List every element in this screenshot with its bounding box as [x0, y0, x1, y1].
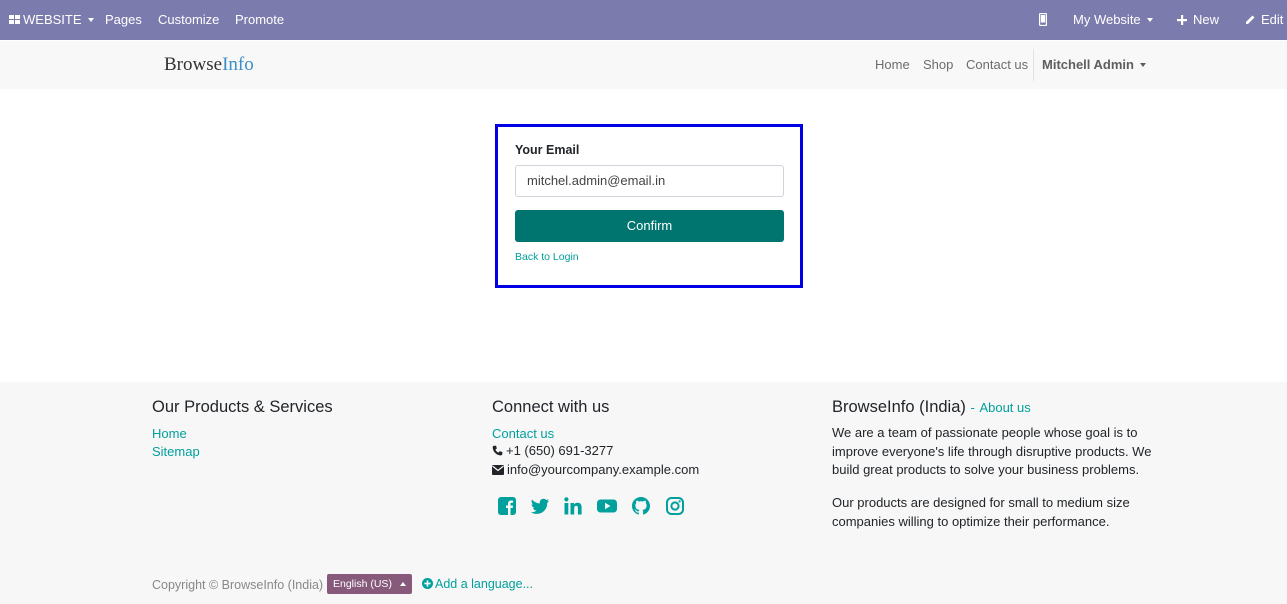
- footer-link-contact-us[interactable]: Contact us: [492, 425, 554, 442]
- email-label: Your Email: [515, 143, 580, 157]
- email-address: info@yourcompany.example.com: [507, 462, 700, 477]
- language-selector[interactable]: English (US): [327, 574, 412, 594]
- new-button[interactable]: New: [1177, 0, 1219, 40]
- chevron-down-icon: [1139, 62, 1146, 67]
- my-website-menu[interactable]: My Website: [1073, 0, 1153, 40]
- company-description-2: Our products are designed for small to m…: [832, 495, 1130, 529]
- customize-menu[interactable]: Customize: [158, 0, 219, 40]
- linkedin-icon[interactable]: [563, 496, 583, 516]
- promote-menu[interactable]: Promote: [235, 0, 284, 40]
- apps-grid-icon: [9, 14, 20, 25]
- facebook-icon[interactable]: [497, 496, 517, 516]
- add-language-label: Add a language...: [435, 577, 533, 591]
- footer-link-home[interactable]: Home: [152, 425, 187, 442]
- copyright-text: Copyright © BrowseInfo (India): [152, 578, 324, 592]
- site-logo[interactable]: BrowseInfo: [164, 53, 254, 77]
- instagram-icon[interactable]: [665, 496, 685, 516]
- phone-icon: [492, 445, 503, 456]
- language-label: English (US): [333, 578, 392, 590]
- edit-button[interactable]: Edit: [1245, 0, 1283, 40]
- add-language-link[interactable]: Add a language...: [422, 576, 533, 592]
- youtube-icon[interactable]: [597, 496, 617, 516]
- confirm-button[interactable]: Confirm: [515, 210, 784, 242]
- products-services-title: Our Products & Services: [152, 398, 333, 416]
- envelope-icon: [492, 464, 504, 475]
- github-icon[interactable]: [631, 496, 651, 516]
- footer-email: info@yourcompany.example.com: [492, 461, 699, 479]
- chevron-up-icon: [400, 582, 406, 586]
- user-menu[interactable]: Mitchell Admin: [1042, 57, 1146, 73]
- plus-icon: [1177, 14, 1187, 25]
- connect-title: Connect with us: [492, 398, 610, 416]
- footer-phone: +1 (650) 691-3277: [492, 442, 613, 460]
- reset-password-form: Your Email mitchel.admin@email.in Confir…: [495, 124, 803, 288]
- nav-contact-us[interactable]: Contact us: [966, 57, 1028, 73]
- about-us-link[interactable]: About us: [979, 400, 1030, 415]
- nav-divider: [1033, 49, 1034, 81]
- chevron-down-icon: [87, 17, 94, 22]
- nav-shop[interactable]: Shop: [923, 57, 953, 73]
- company-description: We are a team of passionate people whose…: [832, 425, 1152, 477]
- pages-menu[interactable]: Pages: [105, 0, 142, 40]
- email-field[interactable]: mitchel.admin@email.in: [515, 165, 784, 197]
- website-menu[interactable]: WEBSITE: [9, 0, 94, 40]
- phone-number: +1 (650) 691-3277: [506, 443, 614, 458]
- logo-text-browse: Browse: [164, 54, 223, 75]
- company-name: BrowseInfo (India): [832, 398, 966, 416]
- mobile-phone-icon: [1038, 12, 1048, 27]
- plus-circle-icon: [422, 578, 433, 590]
- website-menu-label: WEBSITE: [23, 12, 82, 27]
- company-title: BrowseInfo (India) - About us: [832, 397, 1031, 418]
- site-header: BrowseInfo Home Shop Contact us Mitchell…: [0, 41, 1287, 89]
- admin-top-bar: WEBSITE Pages Customize Promote My Websi…: [0, 0, 1287, 40]
- footer-link-sitemap[interactable]: Sitemap: [152, 443, 200, 460]
- site-footer: Our Products & Services Home Sitemap Con…: [0, 382, 1287, 604]
- back-to-login-link[interactable]: Back to Login: [515, 251, 579, 263]
- my-website-label: My Website: [1073, 12, 1141, 27]
- new-label: New: [1193, 12, 1220, 27]
- chevron-down-icon: [1146, 17, 1153, 22]
- title-separator: -: [970, 400, 975, 415]
- user-name: Mitchell Admin: [1042, 57, 1134, 72]
- logo-text-info: Info: [222, 54, 254, 75]
- mobile-preview-button[interactable]: [1038, 0, 1048, 40]
- twitter-icon[interactable]: [530, 496, 550, 516]
- nav-home[interactable]: Home: [875, 57, 910, 73]
- edit-label: Edit: [1261, 12, 1284, 27]
- pencil-icon: [1246, 15, 1255, 25]
